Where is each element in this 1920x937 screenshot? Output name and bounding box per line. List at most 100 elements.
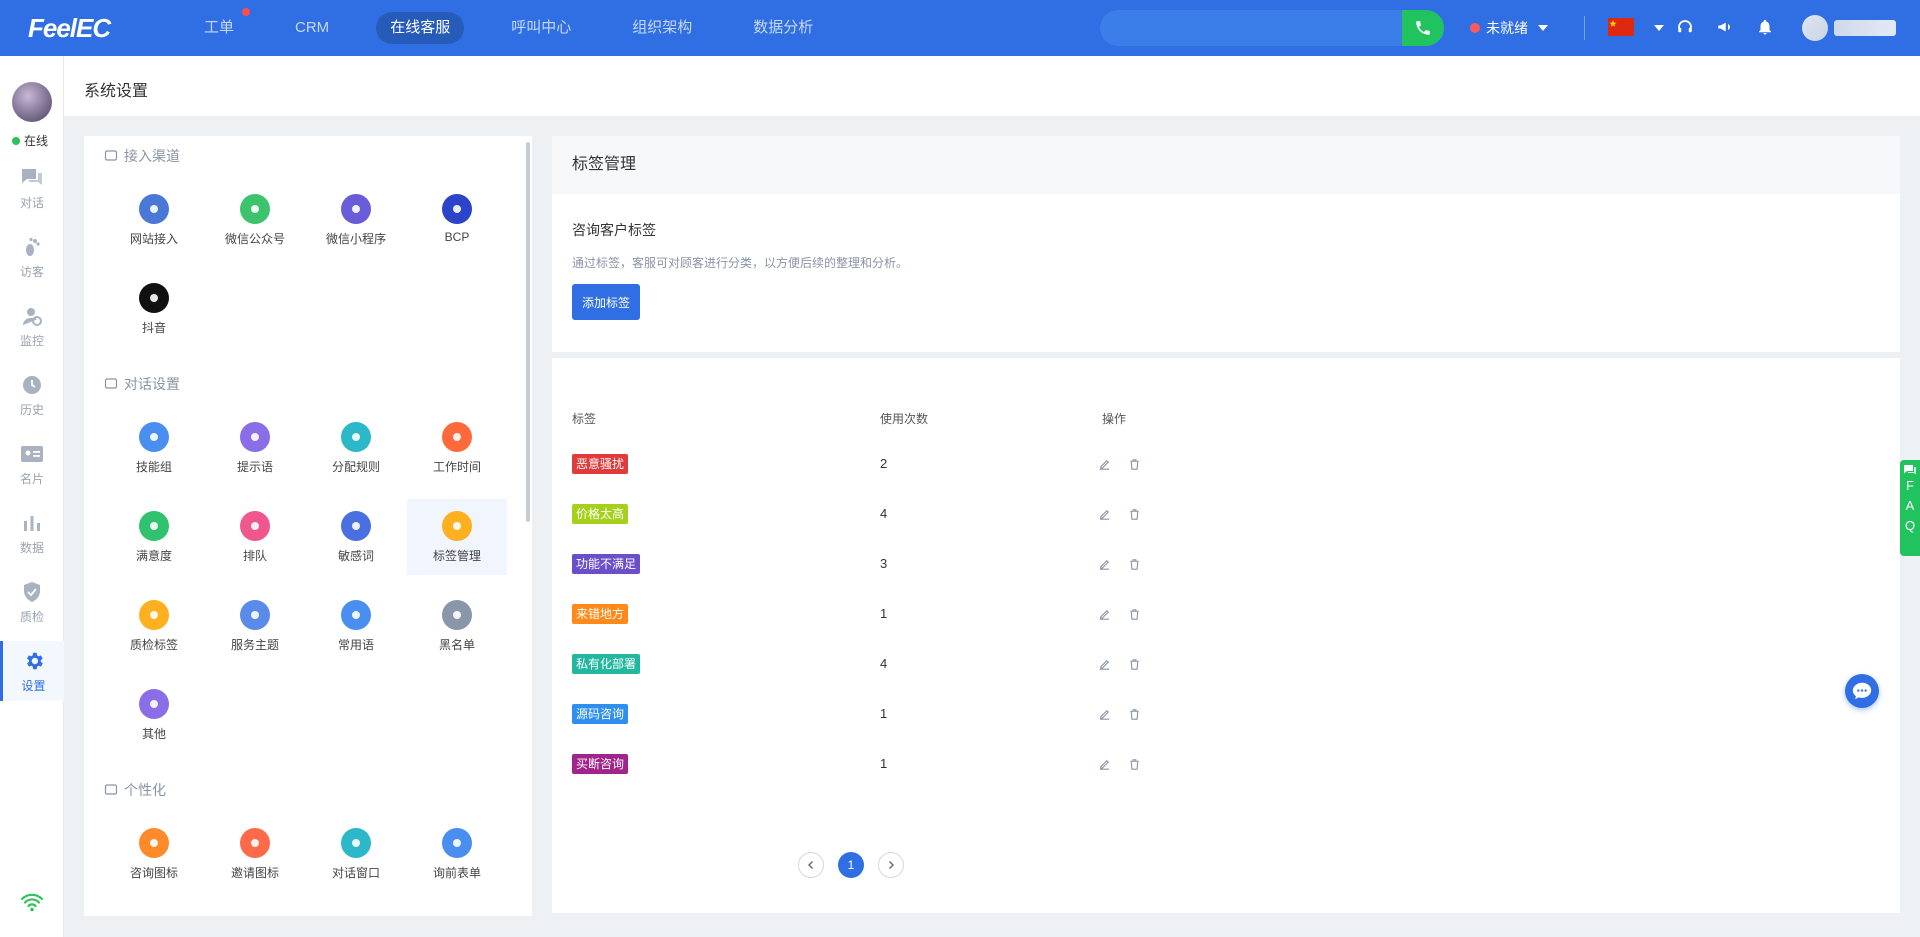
settings-menu-item[interactable]: 质检标签 — [104, 588, 204, 664]
top-nav-item[interactable]: 在线客服 — [376, 12, 465, 44]
top-nav-item[interactable]: 呼叫中心 — [497, 12, 585, 44]
trash-icon[interactable] — [1126, 506, 1142, 522]
settings-item-icon — [442, 511, 472, 541]
settings-item-label: 技能组 — [135, 460, 172, 474]
settings-scrollbar[interactable] — [526, 142, 530, 522]
edit-icon[interactable] — [1096, 706, 1112, 722]
settings-menu-item[interactable]: 分配规则 — [306, 410, 406, 486]
top-nav-item[interactable]: CRM — [281, 12, 343, 44]
settings-menu-item[interactable]: 敏感词 — [306, 499, 406, 575]
tag-badge: 源码咨询 — [572, 704, 629, 724]
column-header-usage-count: 使用次数 — [880, 412, 929, 426]
headset-icon[interactable] — [1674, 16, 1696, 38]
bell-icon[interactable] — [1754, 16, 1776, 38]
settings-item-label: 分配规则 — [331, 460, 380, 474]
page-title: 系统设置 — [84, 83, 149, 100]
call-button[interactable] — [1402, 10, 1444, 46]
sidebar-item[interactable]: 监控 — [0, 296, 64, 356]
trash-icon[interactable] — [1126, 556, 1142, 572]
settings-item-icon — [442, 600, 472, 630]
settings-menu-item[interactable]: 常用语 — [306, 588, 406, 664]
online-status[interactable]: 在线 — [12, 132, 48, 149]
settings-menu-item[interactable]: 其他 — [104, 677, 204, 753]
settings-menu-item[interactable]: 技能组 — [104, 410, 204, 486]
top-nav-item[interactable]: 数据分析 — [739, 12, 827, 44]
trash-icon[interactable] — [1126, 706, 1142, 722]
divider — [1584, 16, 1585, 40]
settings-item-label: 邀请图标 — [230, 866, 279, 880]
sidebar-item[interactable]: 名片 — [0, 434, 64, 494]
settings-menu-item[interactable]: 标签管理 — [407, 499, 507, 575]
settings-menu-item[interactable]: 排队 — [205, 499, 305, 575]
top-nav-label: 呼叫中心 — [511, 19, 572, 36]
user-avatar[interactable] — [1802, 15, 1828, 41]
settings-item-label: 敏感词 — [337, 549, 374, 563]
trash-icon[interactable] — [1126, 756, 1142, 772]
table-row: 源码咨询 1 — [552, 694, 1900, 744]
sidebar-item-label: 历史 — [19, 402, 44, 417]
edit-icon[interactable] — [1096, 456, 1112, 472]
tag-management-title: 标签管理 — [552, 136, 1900, 194]
trash-icon[interactable] — [1126, 456, 1142, 472]
edit-icon[interactable] — [1096, 556, 1112, 572]
edit-icon[interactable] — [1096, 656, 1112, 672]
search-input[interactable] — [1100, 10, 1402, 46]
settings-menu-item[interactable]: 网站接入 — [104, 182, 204, 258]
page-number-current[interactable]: 1 — [838, 852, 864, 878]
sidebar-item[interactable]: 数据 — [0, 503, 64, 563]
tag-table-card: 标签 使用次数 操作 恶意骚扰 2 价格太高 4 功能不满足 3 来错地方 1 私有化部署 4 源码… — [552, 358, 1900, 913]
sidebar-item[interactable]: 质检 — [0, 572, 64, 632]
trash-icon[interactable] — [1126, 656, 1142, 672]
settings-menu-item[interactable]: 提示语 — [205, 410, 305, 486]
chevron-down-icon[interactable] — [1654, 25, 1664, 31]
settings-menu-item[interactable]: 黑名单 — [407, 588, 507, 664]
sidebar-item[interactable]: 设置 — [0, 641, 64, 701]
sidebar-item-label: 对话 — [19, 195, 44, 210]
sidebar-item[interactable]: 历史 — [0, 365, 64, 425]
settings-menu-item[interactable]: 服务主题 — [205, 588, 305, 664]
app-logo[interactable]: FeelEC — [28, 13, 111, 44]
add-tag-button[interactable]: 添加标签 — [572, 284, 641, 320]
gear-icon — [21, 649, 47, 673]
faq-tab[interactable]: F A Q — [1900, 460, 1920, 556]
settings-menu-item[interactable]: BCP — [407, 182, 507, 258]
settings-menu-item[interactable]: 工作时间 — [407, 410, 507, 486]
user-name-blurred[interactable] — [1834, 20, 1896, 36]
settings-section-label: 个性化 — [124, 782, 166, 798]
megaphone-icon[interactable] — [1714, 16, 1736, 38]
top-nav-item[interactable]: 工单 — [190, 8, 251, 44]
top-nav-label: CRM — [295, 19, 330, 36]
usage-count: 4 — [880, 506, 888, 521]
settings-item-icon — [139, 194, 169, 224]
edit-icon[interactable] — [1096, 606, 1112, 622]
prev-page-button[interactable] — [798, 852, 824, 878]
settings-menu-item[interactable]: 微信公众号 — [205, 182, 305, 258]
edit-icon[interactable] — [1096, 756, 1112, 772]
language-flag-icon[interactable] — [1608, 18, 1634, 36]
settings-item-label: 满意度 — [135, 549, 172, 563]
settings-menu-item[interactable]: 咨询图标 — [104, 816, 204, 892]
top-nav-item[interactable]: 组织架构 — [618, 12, 706, 44]
agent-status[interactable]: 未就绪 — [1470, 18, 1548, 38]
sidebar-item[interactable]: 访客 — [0, 227, 64, 287]
next-page-button[interactable] — [878, 852, 904, 878]
tag-badge: 来错地方 — [572, 604, 629, 624]
trash-icon[interactable] — [1126, 606, 1142, 622]
settings-menu-item[interactable]: 邀请图标 — [205, 816, 305, 892]
agent-avatar[interactable] — [12, 82, 52, 122]
edit-icon[interactable] — [1096, 506, 1112, 522]
settings-menu-item[interactable]: 微信小程序 — [306, 182, 406, 258]
settings-menu-item[interactable]: 对话窗口 — [306, 816, 406, 892]
settings-item-icon — [139, 511, 169, 541]
sidebar-item-label: 质检 — [19, 609, 44, 624]
faq-letter: A — [1905, 498, 1915, 513]
floating-chat-button[interactable] — [1845, 674, 1879, 708]
settings-item-icon — [240, 194, 270, 224]
settings-menu-item[interactable]: 抖音 — [104, 271, 204, 347]
chat-icon — [1852, 682, 1872, 700]
agent-status-label: 未就绪 — [1486, 20, 1528, 36]
settings-menu-item[interactable]: 询前表单 — [407, 816, 507, 892]
settings-menu-item[interactable]: 满意度 — [104, 499, 204, 575]
sidebar-item[interactable]: 对话 — [0, 158, 64, 218]
settings-section-title: 接入渠道 — [104, 146, 180, 166]
